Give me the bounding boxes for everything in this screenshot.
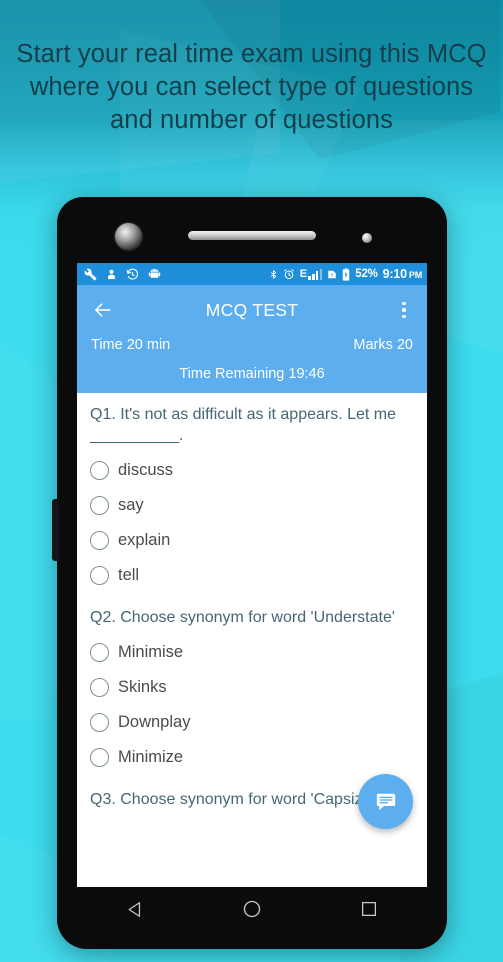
proximity-sensor [362, 233, 372, 243]
clock-period: PM [408, 270, 422, 280]
front-camera [115, 223, 142, 250]
exam-info-row: Time 20 min Marks 20 [91, 335, 413, 366]
status-bar-right-icons: E ? 52% 9:10 PM [269, 267, 422, 281]
phone-device-frame: E ? 52% 9:10 PM MCQ TEST Time 20 min Mar… [52, 197, 447, 949]
status-bar-clock: 9:10 PM [382, 267, 423, 281]
chat-fab-button[interactable] [358, 774, 413, 829]
android-navigation-bar [77, 887, 427, 931]
arrow-left-icon [94, 303, 111, 317]
battery-percent-label: 52% [355, 268, 378, 280]
exam-time-label: Time 20 min [91, 337, 171, 353]
status-bar-left-icons [84, 268, 161, 281]
back-button[interactable] [89, 297, 115, 323]
more-vertical-icon-dot-3 [402, 314, 406, 319]
time-remaining-label: Time Remaining 19:46 [179, 366, 325, 382]
triangle-back-icon [128, 901, 140, 917]
clock-time: 9:10 [382, 267, 407, 281]
chat-bubble-icon [376, 793, 395, 810]
option-row[interactable]: say [90, 488, 414, 523]
more-vertical-icon-dot-1 [402, 301, 406, 306]
android-robot-icon [148, 269, 161, 278]
option-label: Downplay [118, 713, 191, 731]
question-text: Q2. Choose synonym for word 'Understate' [90, 609, 395, 626]
question-list[interactable]: Q1. It's not as difficult as it appears.… [77, 393, 427, 865]
person-icon [108, 269, 115, 279]
app-bar-title: MCQ TEST [205, 299, 299, 320]
radio-button-icon[interactable] [90, 531, 109, 550]
option-row[interactable]: Minimize [90, 740, 414, 775]
sim-card-icon: ? [328, 270, 336, 278]
more-vertical-icon-dot-2 [402, 308, 406, 312]
option-row[interactable]: discuss [90, 453, 414, 488]
question-block: Q1. It's not as difficult as it appears.… [90, 404, 414, 593]
earpiece-speaker [188, 231, 316, 240]
option-label: say [118, 496, 144, 514]
phone-screen: E ? 52% 9:10 PM MCQ TEST Time 20 min Mar… [77, 263, 427, 887]
radio-button-icon[interactable] [90, 748, 109, 767]
option-row[interactable]: Minimise [90, 635, 414, 670]
radio-button-icon[interactable] [90, 713, 109, 732]
app-bar: MCQ TEST [77, 285, 427, 335]
overflow-menu-button[interactable] [393, 297, 415, 323]
option-label: Skinks [118, 678, 167, 696]
option-label: discuss [118, 461, 174, 479]
battery-icon [343, 267, 350, 281]
nav-back-button[interactable] [115, 894, 155, 924]
question-text: Q1. It's not as difficult as it appears.… [90, 406, 397, 444]
option-row[interactable]: explain [90, 523, 414, 558]
circle-home-icon [243, 900, 261, 918]
history-clock-icon [126, 268, 139, 280]
radio-button-icon[interactable] [90, 461, 109, 480]
radio-button-icon[interactable] [90, 566, 109, 585]
radio-button-icon[interactable] [90, 678, 109, 697]
alarm-clock-icon [283, 268, 294, 280]
radio-button-icon[interactable] [90, 643, 109, 662]
volume-button[interactable] [52, 499, 59, 561]
option-label: tell [118, 566, 140, 584]
status-bar: E ? 52% 9:10 PM [77, 263, 427, 285]
nav-recents-button[interactable] [349, 894, 389, 924]
option-label: explain [118, 531, 171, 549]
option-label: Minimise [118, 643, 184, 661]
exam-marks-label: Marks 20 [353, 337, 413, 353]
nav-home-button[interactable] [232, 894, 272, 924]
edge-signal-icon: E [300, 268, 323, 280]
promo-headline: Start your real time exam using this MCQ… [16, 40, 487, 134]
wrench-icon [84, 268, 97, 280]
option-row[interactable]: tell [90, 558, 414, 593]
option-label: Minimize [118, 748, 184, 766]
option-row[interactable]: Skinks [90, 670, 414, 705]
svg-text:?: ? [331, 272, 334, 277]
bluetooth-icon [270, 269, 276, 279]
question-block: Q2. Choose synonym for word 'Understate'… [90, 607, 414, 775]
square-recents-icon [361, 901, 376, 917]
exam-info-panel: Time 20 min Marks 20 Time Remaining 19:4… [77, 335, 427, 393]
option-row[interactable]: Downplay [90, 705, 414, 740]
radio-button-icon[interactable] [90, 496, 109, 515]
